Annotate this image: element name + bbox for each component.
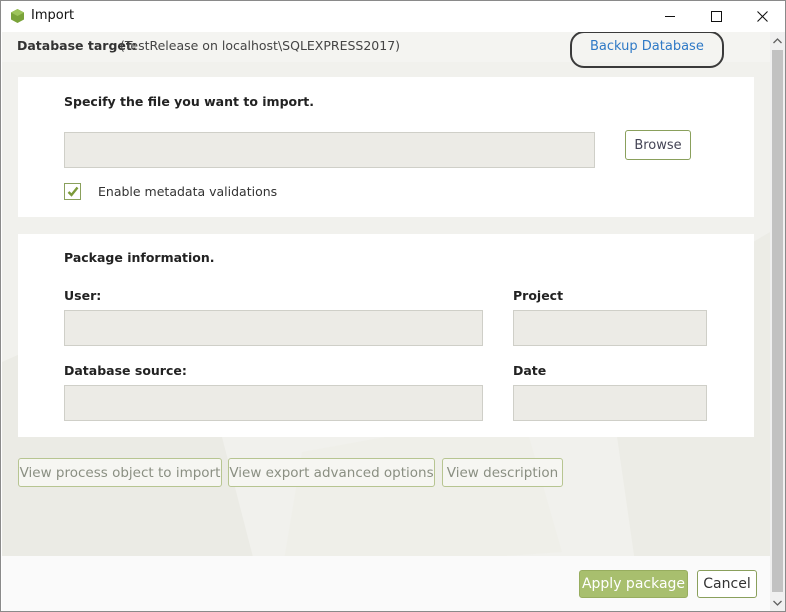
user-field: [64, 310, 483, 346]
project-label: Project: [513, 288, 564, 303]
metadata-validation-checkbox[interactable]: [64, 183, 81, 200]
close-button[interactable]: [739, 1, 785, 32]
database-target-label: Database target:: [17, 38, 137, 53]
view-export-options-button[interactable]: View export advanced options: [228, 458, 435, 487]
backup-database-link[interactable]: Backup Database: [590, 39, 704, 54]
close-icon: [756, 11, 768, 22]
scroll-up-button[interactable]: [770, 32, 785, 49]
title-bar[interactable]: Import: [1, 1, 785, 32]
minimize-button[interactable]: [647, 1, 693, 32]
minimize-icon: [664, 16, 675, 17]
project-field: [513, 310, 707, 346]
metadata-validation-label: Enable metadata validations: [98, 184, 278, 199]
cancel-button[interactable]: Cancel: [697, 570, 757, 598]
dialog-footer: Apply package Cancel: [2, 556, 770, 611]
chevron-up-icon: [773, 37, 782, 43]
date-field: [513, 385, 707, 421]
chevron-down-icon: [773, 600, 782, 606]
view-description-button[interactable]: View description: [442, 458, 563, 487]
vertical-scrollbar[interactable]: [770, 32, 785, 611]
maximize-button[interactable]: [693, 1, 739, 32]
checkmark-icon: [67, 186, 78, 197]
file-path-input[interactable]: [64, 132, 595, 168]
user-label: User:: [64, 288, 102, 303]
dialog-content: Database target: (TestRelease on localho…: [2, 32, 770, 611]
database-source-label: Database source:: [64, 363, 187, 378]
apply-package-button[interactable]: Apply package: [579, 570, 688, 598]
maximize-icon: [710, 11, 722, 22]
backup-database-highlight: Backup Database: [570, 32, 724, 68]
view-process-object-button[interactable]: View process object to import: [18, 458, 222, 487]
date-label: Date: [513, 363, 547, 378]
window-title: Import: [31, 8, 75, 23]
app-hexagon-icon: [11, 9, 24, 23]
browse-button[interactable]: Browse: [625, 130, 691, 160]
database-target-bar: Database target: (TestRelease on localho…: [2, 32, 770, 68]
file-section-heading: Specify the file you want to import.: [64, 94, 314, 109]
import-dialog: Import Database target: (TestRelease on …: [0, 0, 786, 612]
package-info-panel: Package information. User: Project Datab…: [18, 234, 754, 437]
scroll-thumb[interactable]: [772, 50, 783, 592]
database-target-value: (TestRelease on localhost\SQLEXPRESS2017…: [120, 38, 401, 53]
database-source-field: [64, 385, 483, 421]
scroll-down-button[interactable]: [770, 594, 785, 611]
file-import-panel: Specify the file you want to import. Bro…: [18, 77, 754, 217]
package-section-heading: Package information.: [64, 250, 215, 265]
